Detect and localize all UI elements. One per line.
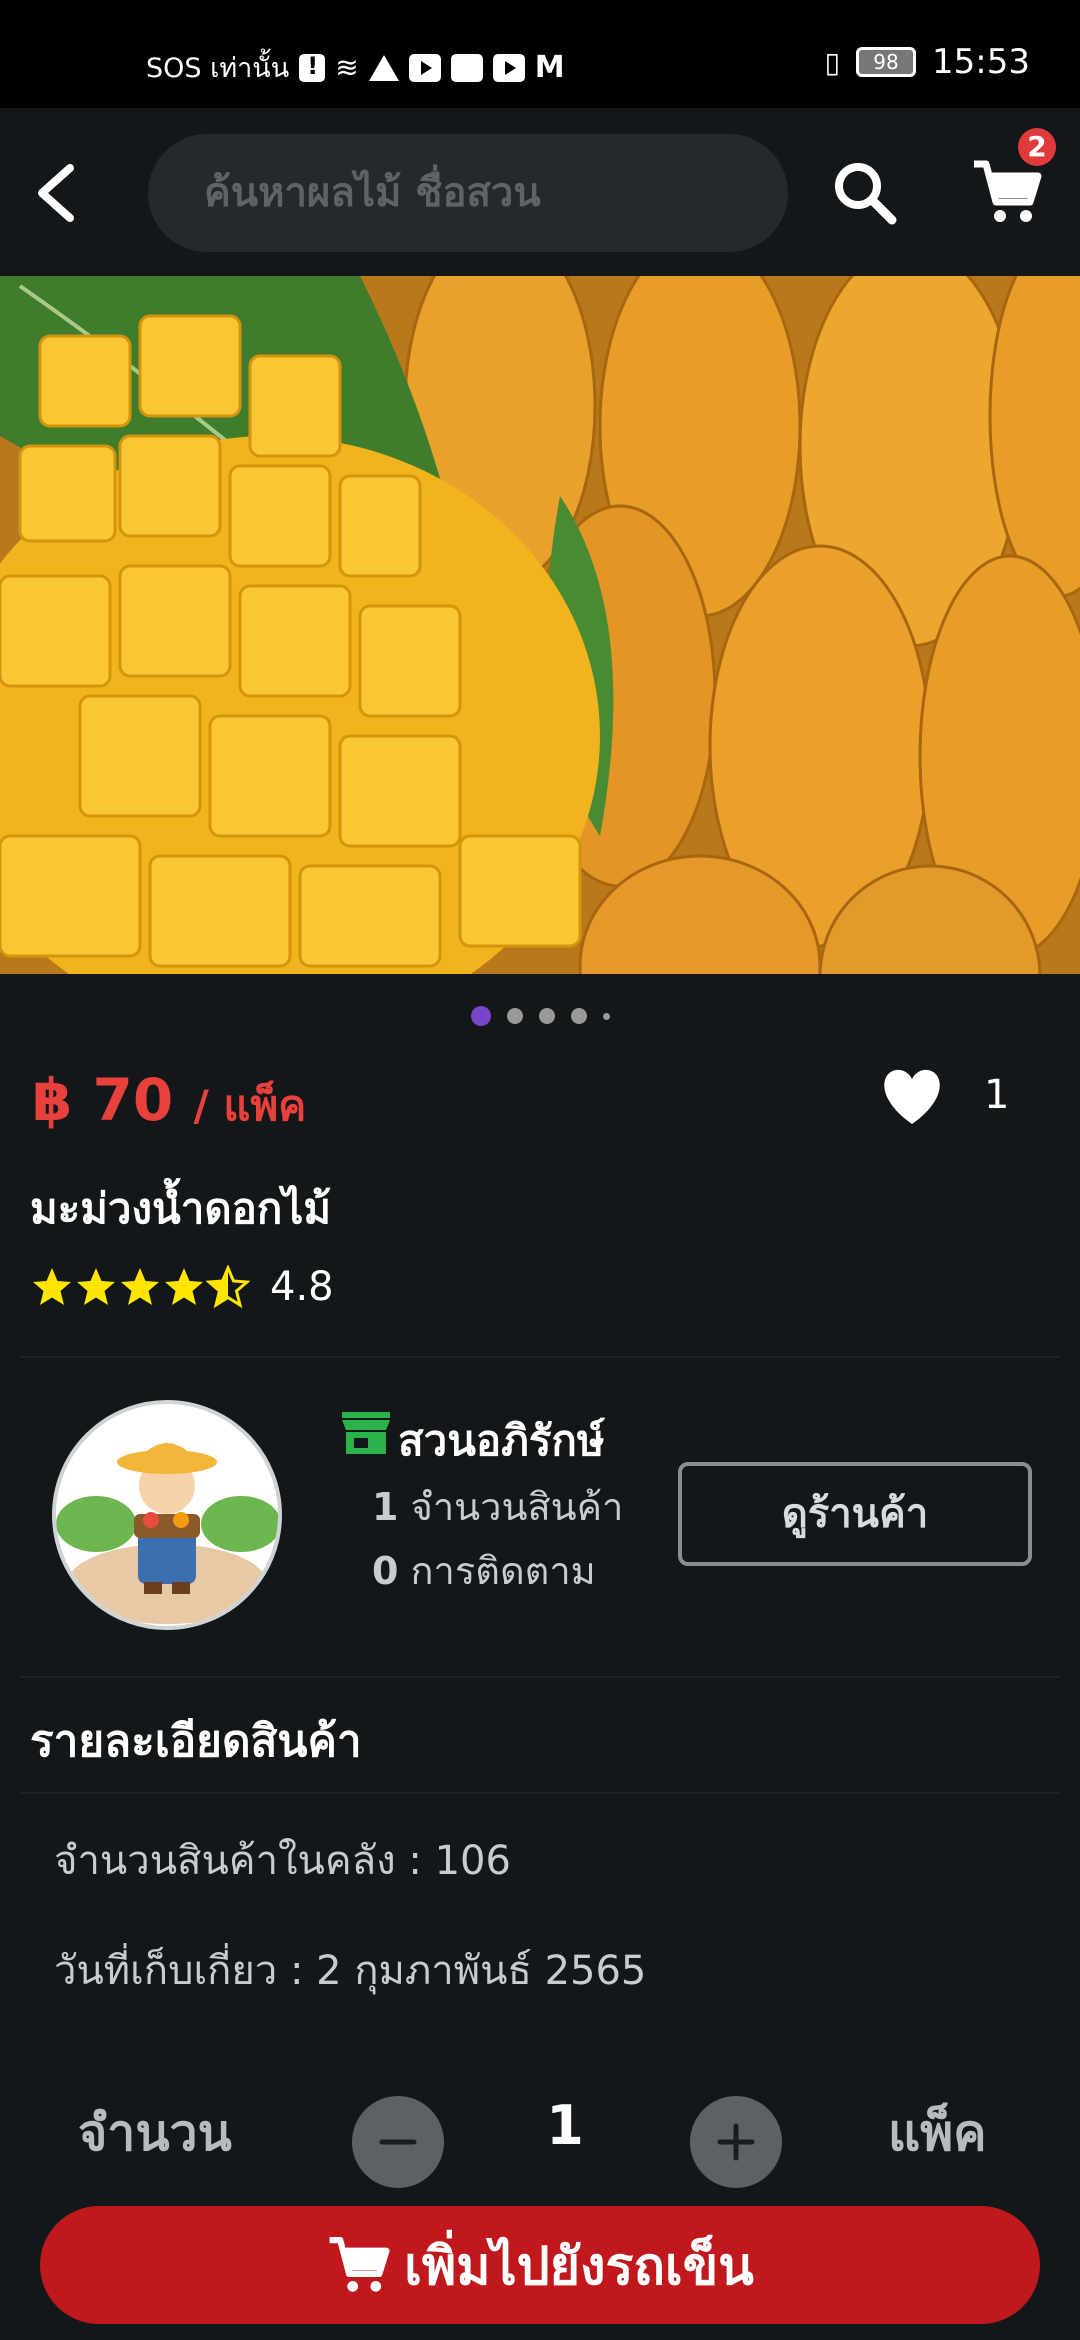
warning-icon — [368, 54, 399, 81]
battery-icon: 98 — [856, 47, 917, 77]
purchase-bar: จำนวน 1 แพ็ค เพิ่มไปยังรถเข็น — [0, 2064, 1080, 2340]
divider — [20, 1356, 1060, 1358]
gallery-dot[interactable] — [570, 1008, 587, 1024]
search-icon[interactable] — [830, 158, 900, 228]
quantity-unit: แพ็ค — [888, 2104, 987, 2162]
stock-info: จำนวนสินค้าในคลัง : 106 — [54, 1838, 511, 1884]
search-input[interactable]: ค้นหาผลไม้ ชื่อสวน — [148, 134, 788, 252]
product-count-label: จำนวนสินค้า — [410, 1485, 624, 1529]
cart-icon[interactable] — [970, 156, 1042, 228]
price-value: ฿ 70 — [32, 1066, 174, 1134]
product-price: ฿ 70 / แพ็ค — [32, 1066, 306, 1139]
followers-value: 0 — [372, 1549, 399, 1593]
vibrate-icon: ▯ — [824, 45, 841, 79]
star-icon — [121, 1268, 159, 1305]
add-to-cart-button[interactable]: เพิ่มไปยังรถเข็น — [40, 2206, 1040, 2324]
heart-icon[interactable] — [880, 1068, 944, 1126]
cart-icon — [329, 2237, 390, 2292]
mail-icon — [450, 53, 483, 82]
status-right: ▯ 98 15:53 — [825, 42, 1030, 82]
half-star-icon — [206, 1265, 250, 1309]
wifi-icon: ≋ — [335, 51, 359, 84]
quantity-value[interactable]: 1 — [520, 2094, 610, 2157]
status-left: SOS เท่านั้น ≋ M — [146, 46, 565, 89]
clock: 15:53 — [932, 42, 1030, 82]
youtube-icon — [408, 53, 441, 82]
product-count-value: 1 — [372, 1485, 399, 1529]
status-bar: SOS เท่านั้น ≋ M ▯ 98 15:53 — [0, 0, 1080, 108]
gallery-indicator — [0, 1004, 1080, 1028]
gallery-dot[interactable] — [506, 1008, 523, 1024]
product-name: มะม่วงน้ำดอกไม้ — [30, 1184, 332, 1233]
product-image[interactable] — [0, 276, 1080, 974]
details-title: รายละเอียดสินค้า — [30, 1716, 362, 1767]
view-shop-button[interactable]: ดูร้านค้า — [678, 1462, 1032, 1566]
alert-icon — [299, 52, 326, 82]
youtube-icon — [492, 53, 525, 82]
quantity-label: จำนวน — [78, 2104, 232, 2162]
star-icon — [165, 1268, 203, 1305]
divider — [20, 1792, 1060, 1794]
gmail-icon: M — [534, 50, 565, 85]
farmer-illustration — [56, 1443, 278, 1624]
add-to-cart-label: เพิ่มไปยังรถเข็น — [404, 2236, 754, 2297]
like-count: 1 — [984, 1072, 1010, 1118]
carrier-text: SOS เท่านั้น — [146, 53, 290, 84]
rating-row: 4.8 — [30, 1264, 334, 1310]
gallery-dot[interactable] — [538, 1008, 555, 1024]
minus-icon — [379, 2139, 417, 2145]
shop-followers: 0 การติดตาม — [372, 1540, 596, 1601]
increase-button[interactable] — [690, 2096, 782, 2188]
gallery-dot-active[interactable] — [470, 1006, 491, 1026]
shop-avatar[interactable] — [52, 1400, 282, 1630]
cart-count-badge: 2 — [1018, 128, 1056, 166]
app-bar: ค้นหาผลไม้ ชื่อสวน 2 — [0, 108, 1080, 276]
store-icon — [342, 1412, 390, 1454]
plus-icon — [717, 2123, 755, 2161]
decrease-button[interactable] — [352, 2096, 444, 2188]
harvest-date: วันที่เก็บเกี่ยว : 2 กุมภาพันธ์ 2565 — [54, 1948, 647, 1994]
divider — [20, 1676, 1060, 1678]
followers-label: การติดตาม — [410, 1549, 596, 1593]
back-arrow-icon[interactable] — [28, 158, 88, 228]
gallery-dot[interactable] — [602, 1012, 610, 1020]
star-icon — [33, 1268, 71, 1305]
price-unit: / แพ็ค — [193, 1081, 307, 1130]
star-icon — [77, 1268, 115, 1305]
shop-name[interactable]: สวนอภิรักษ์ — [398, 1408, 605, 1474]
rating-value: 4.8 — [270, 1264, 334, 1310]
mango-photo — [0, 276, 1080, 974]
shop-product-count: 1 จำนวนสินค้า — [372, 1476, 623, 1537]
